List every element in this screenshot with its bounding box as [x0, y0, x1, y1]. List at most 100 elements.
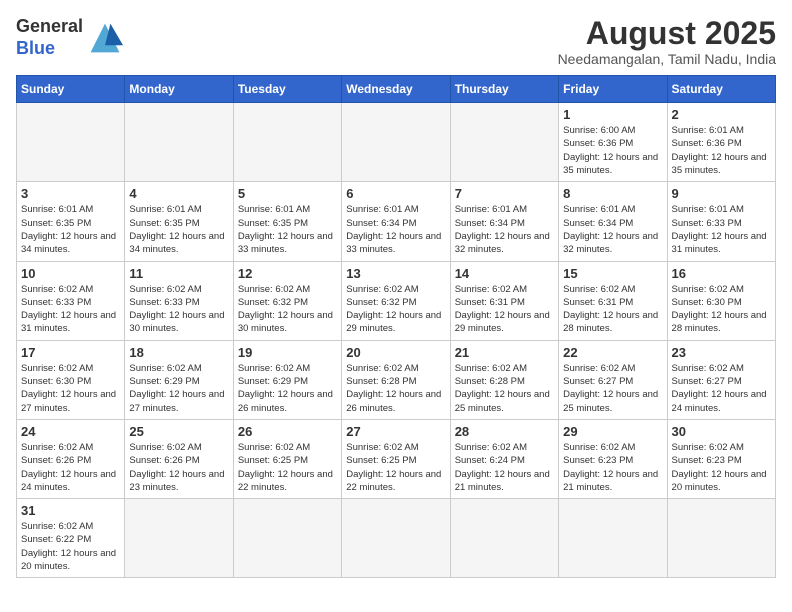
calendar-cell — [233, 499, 341, 578]
weekday-header-tuesday: Tuesday — [233, 76, 341, 103]
day-info: Sunrise: 6:01 AM Sunset: 6:33 PM Dayligh… — [672, 203, 771, 256]
day-info: Sunrise: 6:01 AM Sunset: 6:34 PM Dayligh… — [563, 203, 662, 256]
day-info: Sunrise: 6:02 AM Sunset: 6:31 PM Dayligh… — [563, 283, 662, 336]
calendar-cell: 8 Sunrise: 6:01 AM Sunset: 6:34 PM Daylig… — [559, 182, 667, 261]
day-info: Sunrise: 6:02 AM Sunset: 6:23 PM Dayligh… — [563, 441, 662, 494]
day-info: Sunrise: 6:02 AM Sunset: 6:28 PM Dayligh… — [346, 362, 445, 415]
calendar-cell: 9 Sunrise: 6:01 AM Sunset: 6:33 PM Daylig… — [667, 182, 775, 261]
calendar-cell: 29 Sunrise: 6:02 AM Sunset: 6:23 PM Dayli… — [559, 419, 667, 498]
calendar-cell: 19 Sunrise: 6:02 AM Sunset: 6:29 PM Dayli… — [233, 340, 341, 419]
calendar-cell — [125, 103, 233, 182]
logo-general: General — [16, 16, 83, 36]
day-number: 30 — [672, 424, 771, 439]
calendar-cell: 16Sunrise: 6:02 AM Sunset: 6:30 PM Dayli… — [667, 261, 775, 340]
weekday-header-thursday: Thursday — [450, 76, 558, 103]
day-number: 23 — [672, 345, 771, 360]
calendar-cell — [450, 103, 558, 182]
calendar-cell: 11Sunrise: 6:02 AM Sunset: 6:33 PM Dayli… — [125, 261, 233, 340]
calendar-cell — [342, 499, 450, 578]
day-number: 29 — [563, 424, 662, 439]
calendar-cell: 15Sunrise: 6:02 AM Sunset: 6:31 PM Dayli… — [559, 261, 667, 340]
day-number: 24 — [21, 424, 120, 439]
calendar-cell: 4 Sunrise: 6:01 AM Sunset: 6:35 PM Daylig… — [125, 182, 233, 261]
day-info: Sunrise: 6:02 AM Sunset: 6:29 PM Dayligh… — [238, 362, 337, 415]
day-number: 21 — [455, 345, 554, 360]
weekday-header-sunday: Sunday — [17, 76, 125, 103]
calendar-cell: 12Sunrise: 6:02 AM Sunset: 6:32 PM Dayli… — [233, 261, 341, 340]
day-info: Sunrise: 6:00 AM Sunset: 6:36 PM Dayligh… — [563, 124, 662, 177]
day-number: 2 — [672, 107, 771, 122]
calendar-week-row: 17Sunrise: 6:02 AM Sunset: 6:30 PM Dayli… — [17, 340, 776, 419]
page-header: General Blue August 2025 Needamangalan, … — [16, 16, 776, 67]
calendar-cell — [559, 499, 667, 578]
calendar-header-row: SundayMondayTuesdayWednesdayThursdayFrid… — [17, 76, 776, 103]
calendar-cell: 30 Sunrise: 6:02 AM Sunset: 6:23 PM Dayli… — [667, 419, 775, 498]
calendar-cell — [450, 499, 558, 578]
day-number: 19 — [238, 345, 337, 360]
day-info: Sunrise: 6:02 AM Sunset: 6:22 PM Dayligh… — [21, 520, 120, 573]
calendar-cell — [342, 103, 450, 182]
calendar-cell: 10Sunrise: 6:02 AM Sunset: 6:33 PM Dayli… — [17, 261, 125, 340]
calendar-cell: 13Sunrise: 6:02 AM Sunset: 6:32 PM Dayli… — [342, 261, 450, 340]
calendar-cell: 17Sunrise: 6:02 AM Sunset: 6:30 PM Dayli… — [17, 340, 125, 419]
day-number: 9 — [672, 186, 771, 201]
day-number: 12 — [238, 266, 337, 281]
calendar-week-row: 31 Sunrise: 6:02 AM Sunset: 6:22 PM Dayli… — [17, 499, 776, 578]
day-number: 11 — [129, 266, 228, 281]
day-info: Sunrise: 6:02 AM Sunset: 6:25 PM Dayligh… — [238, 441, 337, 494]
location: Needamangalan, Tamil Nadu, India — [558, 51, 776, 67]
day-number: 31 — [21, 503, 120, 518]
calendar-cell: 5 Sunrise: 6:01 AM Sunset: 6:35 PM Daylig… — [233, 182, 341, 261]
calendar-week-row: 10Sunrise: 6:02 AM Sunset: 6:33 PM Dayli… — [17, 261, 776, 340]
day-number: 5 — [238, 186, 337, 201]
day-number: 22 — [563, 345, 662, 360]
calendar-cell: 20 Sunrise: 6:02 AM Sunset: 6:28 PM Dayli… — [342, 340, 450, 419]
day-info: Sunrise: 6:02 AM Sunset: 6:26 PM Dayligh… — [129, 441, 228, 494]
day-info: Sunrise: 6:02 AM Sunset: 6:33 PM Dayligh… — [21, 283, 120, 336]
day-info: Sunrise: 6:01 AM Sunset: 6:35 PM Dayligh… — [21, 203, 120, 256]
day-number: 20 — [346, 345, 445, 360]
calendar-cell — [233, 103, 341, 182]
day-info: Sunrise: 6:02 AM Sunset: 6:26 PM Dayligh… — [21, 441, 120, 494]
calendar-cell — [667, 499, 775, 578]
logo-text: General Blue — [16, 16, 83, 59]
weekday-header-saturday: Saturday — [667, 76, 775, 103]
logo-icon — [87, 20, 123, 56]
day-info: Sunrise: 6:01 AM Sunset: 6:35 PM Dayligh… — [238, 203, 337, 256]
day-number: 26 — [238, 424, 337, 439]
day-number: 17 — [21, 345, 120, 360]
day-number: 7 — [455, 186, 554, 201]
calendar-cell — [125, 499, 233, 578]
calendar-cell: 31 Sunrise: 6:02 AM Sunset: 6:22 PM Dayli… — [17, 499, 125, 578]
calendar-cell: 1 Sunrise: 6:00 AM Sunset: 6:36 PM Daylig… — [559, 103, 667, 182]
day-number: 4 — [129, 186, 228, 201]
calendar-week-row: 3Sunrise: 6:01 AM Sunset: 6:35 PM Daylig… — [17, 182, 776, 261]
day-number: 8 — [563, 186, 662, 201]
day-info: Sunrise: 6:02 AM Sunset: 6:23 PM Dayligh… — [672, 441, 771, 494]
calendar-cell: 28Sunrise: 6:02 AM Sunset: 6:24 PM Dayli… — [450, 419, 558, 498]
day-number: 1 — [563, 107, 662, 122]
day-number: 28 — [455, 424, 554, 439]
weekday-header-wednesday: Wednesday — [342, 76, 450, 103]
calendar-cell: 24 Sunrise: 6:02 AM Sunset: 6:26 PM Dayli… — [17, 419, 125, 498]
calendar-cell: 27Sunrise: 6:02 AM Sunset: 6:25 PM Dayli… — [342, 419, 450, 498]
day-info: Sunrise: 6:01 AM Sunset: 6:35 PM Dayligh… — [129, 203, 228, 256]
day-number: 27 — [346, 424, 445, 439]
day-info: Sunrise: 6:02 AM Sunset: 6:32 PM Dayligh… — [346, 283, 445, 336]
day-info: Sunrise: 6:02 AM Sunset: 6:31 PM Dayligh… — [455, 283, 554, 336]
logo-blue: Blue — [16, 38, 55, 58]
title-area: August 2025 Needamangalan, Tamil Nadu, I… — [558, 16, 776, 67]
day-info: Sunrise: 6:01 AM Sunset: 6:34 PM Dayligh… — [455, 203, 554, 256]
day-number: 16 — [672, 266, 771, 281]
weekday-header-friday: Friday — [559, 76, 667, 103]
calendar-cell: 6Sunrise: 6:01 AM Sunset: 6:34 PM Daylig… — [342, 182, 450, 261]
calendar-cell: 2Sunrise: 6:01 AM Sunset: 6:36 PM Daylig… — [667, 103, 775, 182]
day-number: 25 — [129, 424, 228, 439]
calendar-cell: 23 Sunrise: 6:02 AM Sunset: 6:27 PM Dayli… — [667, 340, 775, 419]
calendar-cell: 21Sunrise: 6:02 AM Sunset: 6:28 PM Dayli… — [450, 340, 558, 419]
day-info: Sunrise: 6:01 AM Sunset: 6:34 PM Dayligh… — [346, 203, 445, 256]
calendar-week-row: 24 Sunrise: 6:02 AM Sunset: 6:26 PM Dayli… — [17, 419, 776, 498]
calendar-cell: 3Sunrise: 6:01 AM Sunset: 6:35 PM Daylig… — [17, 182, 125, 261]
day-info: Sunrise: 6:02 AM Sunset: 6:27 PM Dayligh… — [672, 362, 771, 415]
day-number: 18 — [129, 345, 228, 360]
